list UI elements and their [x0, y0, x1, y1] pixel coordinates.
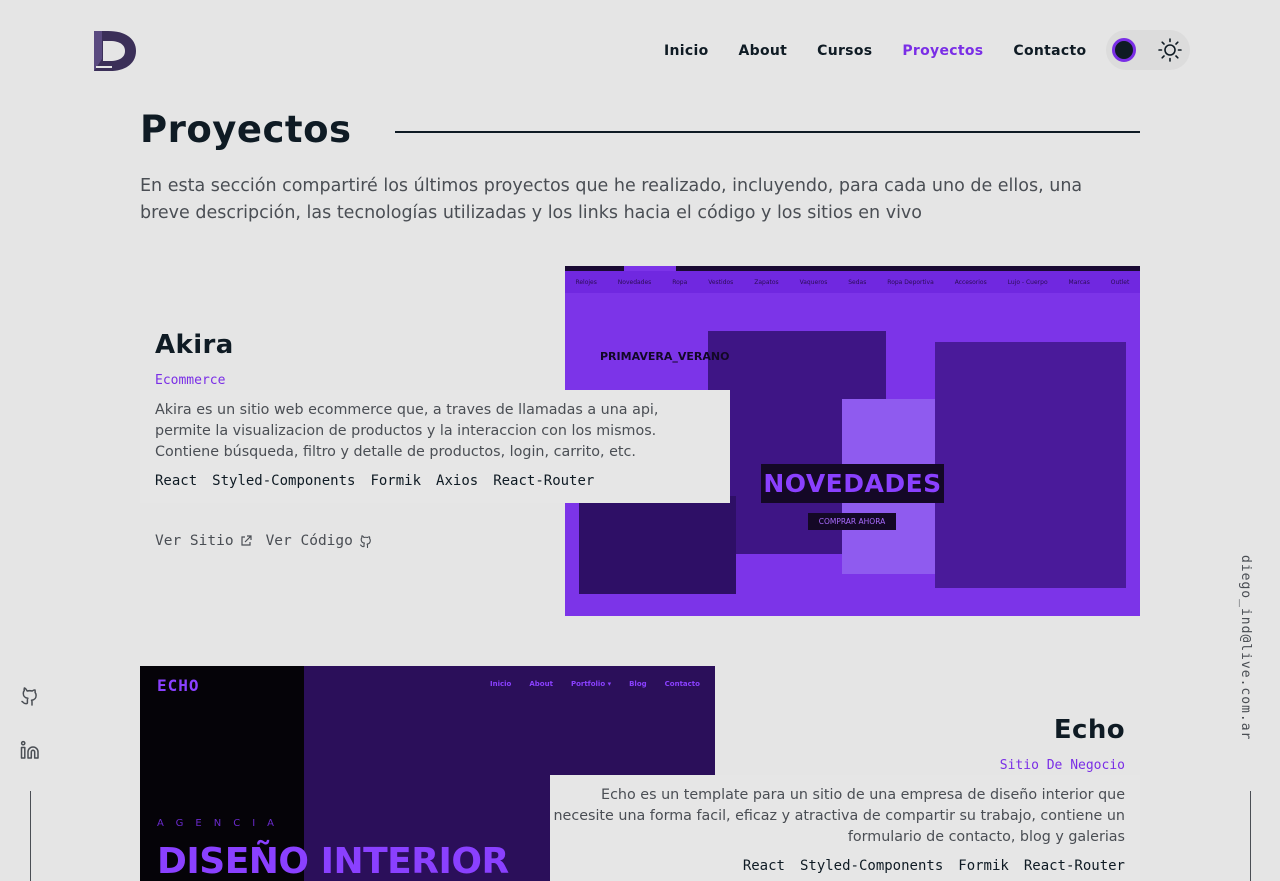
tech-item: React-Router [493, 473, 595, 489]
linkedin-icon[interactable] [20, 740, 40, 760]
tech-item: Axios [436, 473, 479, 489]
tech-item: Formik [958, 858, 1009, 874]
preview-nav-item: Accesorios [954, 278, 987, 286]
preview-nav: Relojes Novedades Ropa Vestidos Zapatos … [565, 266, 1140, 293]
preview-nav-item: Ropa [672, 278, 688, 286]
preview-season-label: PRIMAVERA_VERANO [600, 350, 730, 363]
github-icon[interactable] [20, 686, 40, 706]
preview-nav-item: Novedades [617, 278, 652, 286]
preview-nav-item: Sedas [848, 278, 867, 286]
sun-icon[interactable] [1157, 37, 1183, 63]
nav-proyectos[interactable]: Proyectos [902, 41, 983, 61]
model-photo [935, 342, 1126, 588]
preview-logo: ECHO [157, 676, 200, 695]
email-divider [1250, 791, 1251, 881]
dark-mode-icon[interactable] [1112, 38, 1136, 62]
preview-nav-item: Blog [629, 680, 647, 688]
social-links [20, 686, 40, 881]
logo[interactable] [90, 27, 138, 73]
main-nav: Inicio About Cursos Proyectos Contacto [664, 41, 1116, 61]
model-photo [579, 496, 736, 594]
view-code-link[interactable]: Ver Código [266, 533, 373, 549]
preview-nav-item: Zapatos [754, 278, 779, 286]
preview-nav-item: About [529, 680, 553, 688]
preview-nav-item: Relojes [575, 278, 597, 286]
nav-contacto[interactable]: Contacto [1013, 41, 1086, 61]
tech-list: React Styled-Components Formik Axios Rea… [155, 473, 594, 489]
title-divider [395, 131, 1140, 133]
preview-buy-button: COMPRAR AHORA [808, 513, 896, 530]
preview-nav-item: Lujo - Cuerpo [1007, 278, 1048, 286]
preview-nav-item: Vestidos [708, 278, 734, 286]
project-title: Echo [1053, 715, 1125, 745]
social-divider [30, 791, 31, 881]
section-intro: En esta sección compartiré los últimos p… [140, 176, 1083, 223]
github-icon [359, 535, 371, 548]
preview-nav-item: Marcas [1068, 278, 1090, 286]
preview-nav-item: Inicio [490, 680, 512, 688]
preview-nav-item: Vaqueros [799, 278, 828, 286]
project-description: Akira es un sitio web ecommerce que, a t… [155, 402, 659, 460]
preview-heading: DISEÑO INTERIOR [157, 841, 509, 881]
tech-item: Styled-Components [212, 473, 356, 489]
project-links: Ver Sitio Ver Código [155, 533, 373, 549]
tech-item: React [155, 473, 198, 489]
project-type: Sitio De Negocio [999, 758, 1125, 773]
view-site-label: Ver Sitio [155, 533, 234, 549]
preview-nav-item: Ropa Deportiva [887, 278, 934, 286]
tech-item: Formik [370, 473, 422, 489]
nav-cursos[interactable]: Cursos [817, 41, 872, 61]
preview-nav: Inicio About Portfolio ▾ Blog Contacto [490, 680, 700, 688]
theme-toggle[interactable] [1106, 30, 1190, 70]
nav-about[interactable]: About [739, 41, 788, 61]
view-site-link[interactable]: Ver Sitio [155, 533, 252, 549]
project-description: Echo es un template para un sitio de una… [553, 787, 1126, 845]
preview-subtitle: AGENCIA [157, 818, 286, 829]
view-code-label: Ver Código [265, 533, 353, 549]
tech-item: Styled-Components [799, 858, 944, 874]
tech-item: React [742, 858, 785, 874]
contact-email[interactable]: diego_ind@live.com.ar [1238, 555, 1253, 740]
preview-banner: NOVEDADES [761, 464, 944, 503]
tech-list: React Styled-Components Formik React-Rou… [743, 858, 1125, 874]
preview-nav-item: Portfolio ▾ [570, 680, 612, 688]
project-title: Akira [155, 330, 234, 360]
tech-item: React-Router [1023, 858, 1125, 874]
preview-nav-item: Outlet [1110, 278, 1130, 286]
project-type: Ecommerce [155, 373, 226, 388]
page-title: Proyectos [140, 108, 352, 151]
external-link-icon [240, 535, 252, 546]
nav-inicio[interactable]: Inicio [664, 41, 709, 61]
preview-nav-item: Contacto [664, 680, 700, 688]
